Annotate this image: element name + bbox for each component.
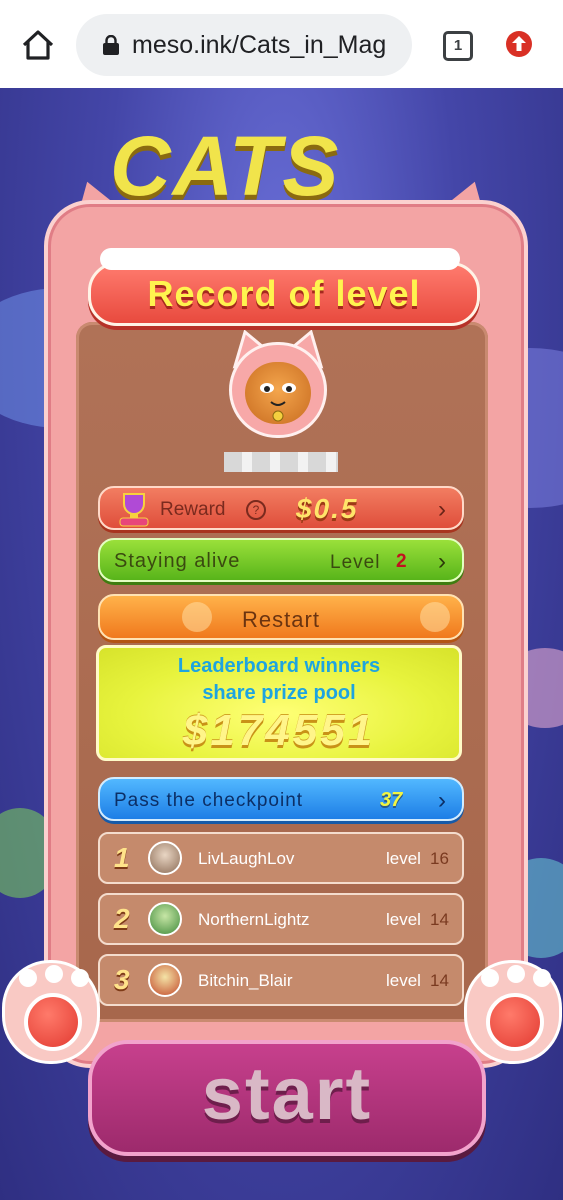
url-text: meso.ink/Cats_in_Mag	[132, 31, 387, 59]
dialog-title-banner: Record of level	[88, 262, 480, 326]
snow-decoration	[100, 248, 460, 270]
rank-number: 2	[114, 903, 130, 934]
update-icon[interactable]	[505, 30, 533, 58]
user-name: Bitchin_Blair	[198, 971, 293, 990]
paw-pad	[486, 993, 544, 1051]
reward-label: Reward	[160, 499, 226, 520]
chevron-right-icon: ›	[438, 496, 446, 523]
prize-line-1: Leaderboard winners	[177, 655, 381, 677]
leaderboard-row[interactable]: 2 NorthernLightz level 14	[98, 893, 464, 945]
cat-face-icon	[245, 362, 311, 424]
tab-switcher-button[interactable]: 1	[443, 31, 473, 61]
address-bar[interactable]: meso.ink/Cats_in_Mag	[76, 14, 412, 76]
chevron-right-icon: ›	[438, 548, 446, 575]
level-label: level	[386, 910, 421, 929]
help-icon[interactable]: ?	[246, 500, 266, 520]
checkpoint-value: 37	[380, 789, 403, 811]
home-icon[interactable]	[20, 27, 56, 63]
player-name	[224, 452, 338, 472]
user-avatar	[148, 963, 182, 997]
checkpoint-label: Pass the checkpoint	[114, 790, 304, 811]
staying-alive-level-label: Level	[330, 552, 381, 573]
level-value: 16	[430, 849, 449, 868]
level-label: level	[386, 971, 421, 990]
paw-toe	[45, 965, 63, 983]
level-value: 14	[430, 971, 449, 990]
paw-toe	[19, 969, 37, 987]
trophy-icon	[119, 493, 149, 527]
prize-pool-amount: $174551	[182, 706, 376, 755]
leaderboard-row[interactable]: 3 Bitchin_Blair level 14	[98, 954, 464, 1006]
browser-toolbar: meso.ink/Cats_in_Mag 1	[0, 0, 563, 88]
start-label: start	[201, 1052, 373, 1135]
paw-left-icon	[2, 960, 100, 1064]
checkpoint-button[interactable]: Pass the checkpoint 37 ›	[98, 777, 464, 821]
level-label: level	[386, 849, 421, 868]
prize-pool-card: Leaderboard winners share prize pool $17…	[96, 645, 462, 761]
staying-alive-label: Staying alive	[114, 550, 241, 572]
user-name: LivLaughLov	[198, 849, 295, 868]
dialog-title: Record of level	[147, 273, 421, 314]
paw-toe	[533, 969, 551, 987]
rank-number: 3	[114, 964, 130, 995]
user-avatar	[148, 841, 182, 875]
start-button[interactable]: start	[88, 1040, 486, 1156]
rank-number: 1	[114, 842, 130, 873]
staying-alive-level-value: 2	[396, 551, 407, 572]
level-value: 14	[430, 910, 449, 929]
lock-icon	[103, 35, 119, 55]
paw-toe	[507, 965, 525, 983]
paw-toe	[71, 969, 89, 987]
reward-amount: $0.5	[296, 493, 359, 524]
paw-toe	[481, 969, 499, 987]
leaderboard-row[interactable]: 1 LivLaughLov level 16	[98, 832, 464, 884]
player-avatar	[229, 330, 327, 438]
paw-pad	[24, 993, 82, 1051]
restart-button[interactable]: Restart	[98, 594, 464, 640]
prize-line-2: share prize pool	[202, 682, 356, 704]
restart-label: Restart	[242, 607, 320, 632]
user-avatar	[148, 902, 182, 936]
reward-button[interactable]: Reward ? $0.5 ›	[98, 486, 464, 530]
staying-alive-button[interactable]: Staying alive Level 2 ›	[98, 538, 464, 582]
user-name: NorthernLightz	[198, 910, 310, 929]
chevron-right-icon: ›	[438, 787, 446, 814]
